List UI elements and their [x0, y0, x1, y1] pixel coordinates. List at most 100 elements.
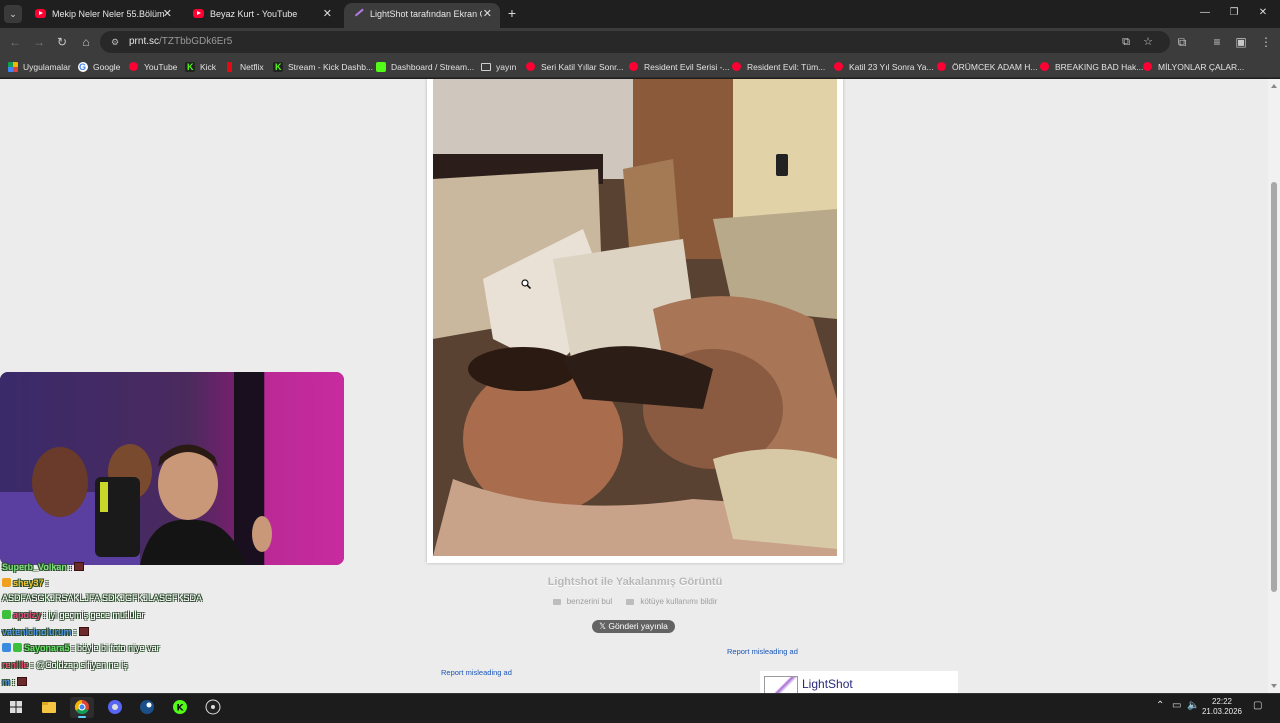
system-clock[interactable]: 22:22 21.03.2026 [1200, 697, 1244, 717]
chat-message: m: [2, 677, 28, 687]
bookmark-label: Seri Katil Yıllar Sonr... [541, 62, 624, 72]
bookmark-netflix[interactable]: Netflix [225, 59, 264, 75]
file-explorer-icon[interactable] [37, 697, 61, 718]
restore-icon[interactable]: ❐ [1224, 4, 1244, 22]
chat-message: shey37: [2, 578, 49, 588]
close-tab-icon[interactable]: ✕ [483, 3, 492, 25]
page-scrollbar[interactable] [1268, 79, 1280, 693]
chat-username: shey37 [13, 578, 44, 588]
report-ad-link-right[interactable]: Report misleading ad [727, 647, 798, 656]
tab-1[interactable]: Mekip Neler Neler 55.Bölüm BA ✕ [26, 3, 180, 28]
tab-title: Mekip Neler Neler 55.Bölüm BA [52, 9, 164, 19]
bookmark-label: Resident Evil: Tüm... [747, 62, 826, 72]
extensions-icon[interactable]: ⧉ [1173, 33, 1191, 51]
notifications-icon[interactable]: ▢ [1253, 700, 1262, 711]
volume-icon[interactable]: 🔈 [1187, 700, 1199, 711]
find-similar-label: benzerini bul [566, 597, 613, 606]
bookmark-yt-6[interactable]: BREAKING BAD Hak... [1040, 59, 1143, 75]
bookmark-uygulamalar[interactable]: Uygulamalar [8, 59, 71, 75]
tray-chevron-up-icon[interactable]: ⌃ [1156, 700, 1164, 711]
chat-username: vatenicinolurum [2, 627, 72, 637]
chat-username: Sayonara5 [24, 643, 70, 653]
bookmark-folder-yayin[interactable]: yayın [481, 59, 516, 75]
webcam-video [0, 372, 344, 565]
reload-icon[interactable]: ↻ [53, 33, 71, 51]
address-bar[interactable]: ⚙ prnt.sc/TZTbbGDk6Er5 ⧉ ☆ [100, 31, 1170, 53]
lightshot-logo-icon [764, 676, 798, 693]
start-windows-icon[interactable] [4, 697, 28, 718]
youtube-icon [1040, 62, 1049, 71]
youtube-icon [937, 62, 946, 71]
youtube-icon [526, 62, 535, 71]
bookmark-yt-1[interactable]: Seri Katil Yıllar Sonr... [526, 59, 624, 75]
bookmark-yt-5[interactable]: ÖRÜMCEK ADAM H... [937, 59, 1037, 75]
discord-obs-icon[interactable] [103, 697, 127, 718]
bookmark-yt-3[interactable]: Resident Evil: Tüm... [732, 59, 825, 75]
tab-title: Beyaz Kurt - YouTube [210, 9, 298, 19]
chrome-icon[interactable] [70, 697, 94, 718]
new-tab-plus-icon[interactable]: + [505, 4, 519, 22]
money-bag-badge-icon [2, 610, 11, 619]
browser-toolbar: ← → ↻ ⌂ ⚙ prnt.sc/TZTbbGDk6Er5 ⧉ ☆ ⧉ ≡ ▣… [0, 28, 1280, 56]
bookmark-label: ÖRÜMCEK ADAM H... [952, 62, 1038, 72]
report-ad-link-left[interactable]: Report misleading ad [441, 668, 512, 677]
chat-message: Sayonara5: böyle bi foto niye var [2, 643, 160, 653]
post-on-x-label: Gönderi yayınla [608, 621, 668, 631]
screenshot-image[interactable] [433, 79, 837, 556]
back-arrow-icon[interactable]: ← [6, 33, 24, 51]
lightshot-ad-banner[interactable]: LightShot [760, 671, 958, 693]
tab-search-chevron-icon[interactable]: ⌄ [4, 5, 22, 23]
bookmark-yt-7[interactable]: MİLYONLAR ÇALAR... [1143, 59, 1244, 75]
netflix-icon [225, 62, 235, 72]
zoom-cursor-icon [521, 279, 531, 289]
report-abuse-link[interactable]: kötüye kullanımı bildir [623, 597, 720, 606]
x-logo-icon: 𝕏 [599, 621, 609, 631]
bookmark-streamlabs[interactable]: Dashboard / Stream... [376, 59, 474, 75]
media-controls-icon[interactable]: ≡ [1208, 33, 1226, 51]
webcam-overlay [0, 372, 344, 565]
url-host: prnt.sc [129, 36, 160, 47]
scroll-up-arrow-icon[interactable] [1271, 84, 1277, 88]
chat-username: renllle [2, 660, 29, 670]
profile-avatar-icon[interactable]: ▣ [1232, 33, 1250, 51]
chat-text: iyi geçmiş gece mutlular [48, 610, 145, 620]
money-bag-badge-icon [13, 643, 22, 652]
bookmark-label: Netflix [240, 62, 264, 72]
install-app-icon[interactable]: ⧉ [1118, 34, 1134, 50]
post-on-x-button[interactable]: 𝕏 Gönderi yayınla [592, 620, 675, 633]
scroll-down-arrow-icon[interactable] [1271, 684, 1277, 688]
tab-3-active[interactable]: LightShot tarafından Ekran Gör ✕ [344, 3, 500, 28]
site-info-icon[interactable]: ⚙ [109, 36, 121, 48]
forward-arrow-icon[interactable]: → [30, 33, 48, 51]
network-icon[interactable]: ▭ [1172, 700, 1181, 711]
find-similar-link[interactable]: benzerini bul [550, 597, 615, 606]
bookmark-youtube[interactable]: YouTube [129, 59, 177, 75]
chat-message: apoizy: iyi geçmiş gece mutlular [2, 610, 145, 620]
bookmark-star-icon[interactable]: ☆ [1140, 34, 1156, 50]
youtube-icon [629, 62, 638, 71]
home-icon[interactable]: ⌂ [77, 33, 95, 51]
bookmark-kick-dashboard[interactable]: Stream - Kick Dashb... [273, 59, 373, 75]
chat-message: ASDFASGKJRSAKLJFA SDKJGFKJLASGFKSDA [2, 593, 202, 603]
bookmark-yt-4[interactable]: Katil 23 Yıl Sonra Ya... [834, 59, 934, 75]
verified-badge-icon [2, 643, 11, 652]
more-menu-icon[interactable]: ⋮ [1257, 33, 1275, 51]
minimize-icon[interactable]: — [1195, 4, 1215, 22]
bookmark-kick[interactable]: Kick [185, 59, 216, 75]
tab-2[interactable]: Beyaz Kurt - YouTube ✕ [184, 3, 340, 28]
obs-studio-icon[interactable] [201, 697, 225, 718]
lightshot-icon [352, 5, 364, 17]
close-tab-icon[interactable]: ✕ [323, 3, 332, 25]
chat-text: @Coldzap sifiyen ne iş [36, 660, 128, 670]
kick-app-icon[interactable]: K [168, 697, 192, 718]
bookmark-google[interactable]: Google [78, 59, 120, 75]
chat-username: apoizy [13, 610, 42, 620]
steam-icon[interactable] [135, 697, 159, 718]
tab-strip: ⌄ Mekip Neler Neler 55.Bölüm BA ✕ Beyaz … [0, 0, 1280, 28]
bookmark-label: yayın [496, 62, 517, 72]
scrollbar-thumb[interactable] [1271, 182, 1277, 592]
close-window-icon[interactable]: ✕ [1253, 4, 1273, 22]
bookmark-yt-2[interactable]: Resident Evil Serisi -... [629, 59, 730, 75]
close-tab-icon[interactable]: ✕ [163, 3, 172, 25]
youtube-icon [35, 9, 46, 18]
